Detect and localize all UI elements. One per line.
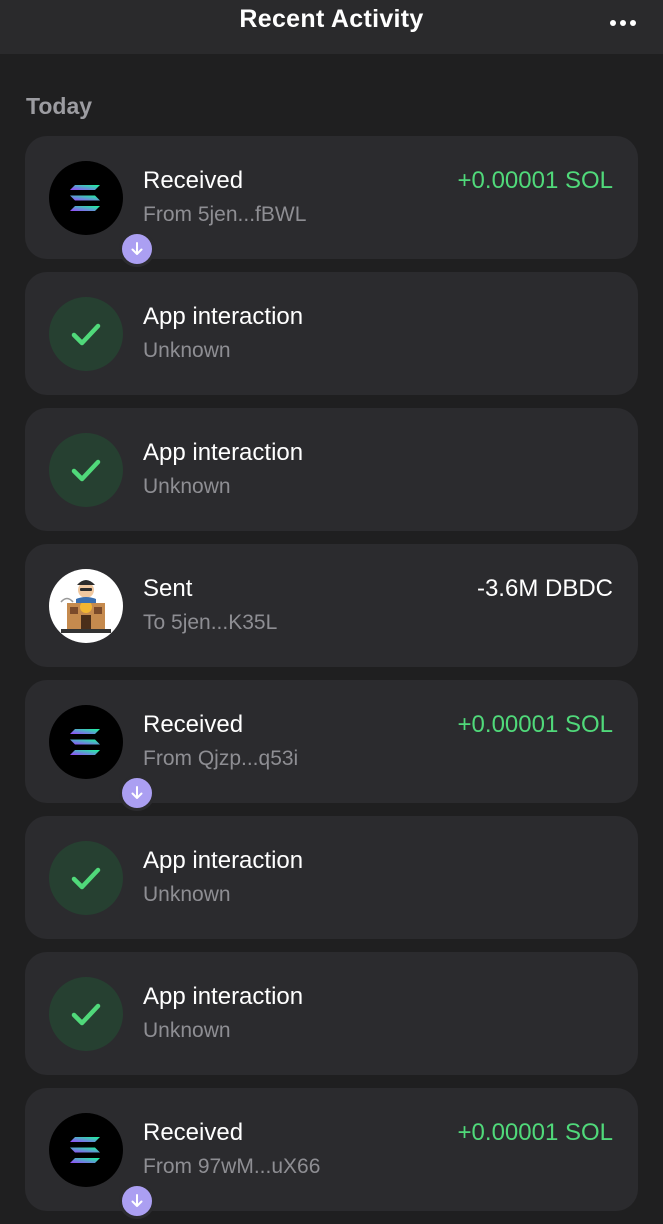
arrow-down-icon — [131, 786, 143, 799]
activity-title: App interaction — [143, 439, 304, 466]
activity-subtitle: Unknown — [143, 339, 231, 362]
arrow-down-icon — [131, 1194, 143, 1207]
activity-item[interactable]: Received From 97wM...uX66 +0.00001 SOL — [25, 1088, 638, 1219]
checkmark-icon — [49, 841, 123, 915]
activity-amount: +0.00001 SOL — [457, 711, 613, 738]
arrow-down-icon — [131, 242, 143, 255]
activity-title: Received — [143, 167, 244, 194]
activity-item[interactable]: Received From 5jen...fBWL +0.00001 SOL — [25, 136, 638, 267]
activity-title: Received — [143, 711, 244, 738]
top-bar: Recent Activity — [0, 0, 663, 54]
activity-amount: -3.6M DBDC — [476, 575, 613, 602]
activity-title: App interaction — [143, 847, 304, 874]
activity-item[interactable]: App interaction Unknown — [25, 272, 638, 395]
received-badge — [119, 775, 155, 811]
solana-icon — [49, 705, 155, 811]
received-badge — [119, 1183, 155, 1219]
solana-icon — [49, 161, 155, 267]
activity-item[interactable]: App interaction Unknown — [25, 408, 638, 531]
activity-subtitle: Unknown — [143, 1019, 231, 1042]
activity-title: App interaction — [143, 303, 304, 330]
more-horizontal-icon — [610, 20, 636, 26]
activity-list: Received From 5jen...fBWL +0.00001 SOL A… — [25, 136, 638, 1224]
activity-item[interactable]: Received From Qjzp...q53i +0.00001 SOL — [25, 680, 638, 811]
page-title: Recent Activity — [239, 5, 424, 33]
activity-subtitle: Unknown — [143, 475, 231, 498]
activity-title: Sent — [143, 575, 193, 602]
activity-item[interactable]: App interaction Unknown — [25, 952, 638, 1075]
activity-title: Received — [143, 1119, 244, 1146]
activity-amount: +0.00001 SOL — [457, 167, 613, 194]
solana-icon — [49, 1113, 155, 1219]
activity-subtitle: From 5jen...fBWL — [143, 203, 307, 226]
activity-subtitle: From 97wM...uX66 — [143, 1155, 321, 1178]
activity-subtitle: From Qjzp...q53i — [143, 747, 299, 770]
activity-item[interactable]: Sent To 5jen...K35L -3.6M DBDC — [25, 544, 638, 667]
received-badge — [119, 231, 155, 267]
section-title-today: Today — [26, 93, 93, 119]
more-options-button[interactable] — [601, 6, 645, 40]
checkmark-icon — [49, 297, 123, 371]
activity-amount: +0.00001 SOL — [457, 1119, 613, 1146]
checkmark-icon — [49, 977, 123, 1051]
dbdc-token-icon — [49, 569, 123, 643]
activity-item[interactable]: App interaction Unknown — [25, 816, 638, 939]
checkmark-icon — [49, 433, 123, 507]
activity-title: App interaction — [143, 983, 304, 1010]
activity-subtitle: Unknown — [143, 883, 231, 906]
activity-subtitle: To 5jen...K35L — [143, 611, 278, 634]
